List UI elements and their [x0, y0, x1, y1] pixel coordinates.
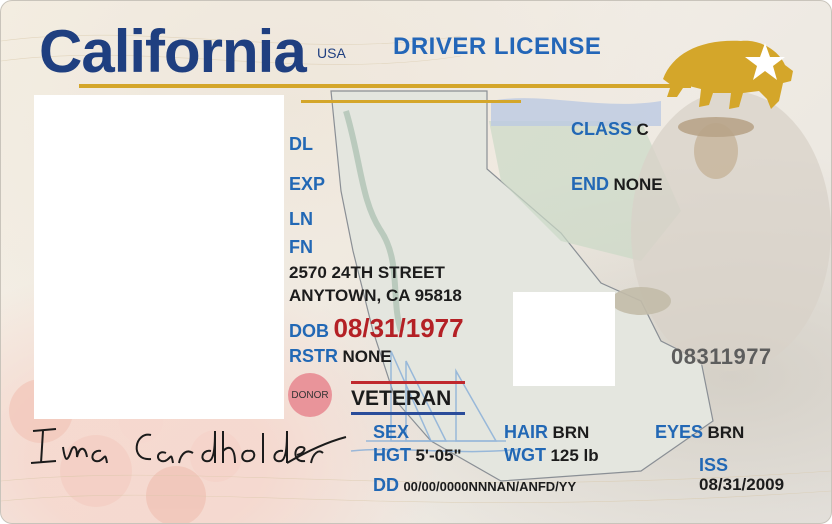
end-field: END NONE — [571, 174, 663, 195]
height-field: HGT 5'-05" — [373, 445, 462, 466]
ln-label: LN — [289, 209, 313, 229]
iss-value: 08/31/2009 — [699, 475, 785, 494]
fn-label: FN — [289, 237, 313, 257]
class-field: CLASS C — [571, 119, 649, 140]
dd-field: DD 00/00/0000NNNAN/ANFD/YY — [373, 475, 576, 496]
eyes-label: EYES — [655, 422, 704, 442]
veteran-label: VETERAN — [351, 387, 452, 410]
veteran-bar-red — [351, 381, 465, 384]
country-code: USA — [317, 45, 346, 61]
class-value: C — [636, 120, 649, 139]
sex-label: SEX — [373, 422, 410, 442]
weight-field: WGT 125 lb — [504, 445, 599, 466]
wgt-label: WGT — [504, 445, 546, 465]
hair-label: HAIR — [504, 422, 548, 442]
rstr-field: RSTR NONE — [289, 346, 392, 367]
eyes-value: BRN — [707, 423, 745, 442]
iss-label: ISS — [699, 455, 729, 475]
dd-label: DD — [373, 475, 399, 495]
hair-value: BRN — [552, 423, 590, 442]
document-title: DRIVER LICENSE — [393, 33, 602, 60]
photo-placeholder — [34, 95, 284, 419]
dl-label: DL — [289, 134, 313, 154]
dob-value: 08/31/1977 — [333, 313, 464, 343]
ghost-dob-number: 08311977 — [671, 344, 772, 369]
address-line-2: ANYTOWN, CA 95818 — [289, 286, 462, 305]
driver-license-card: California USA DRIVER LICENSE CLASS C EN… — [0, 0, 832, 524]
gold-divider-short — [301, 100, 521, 103]
wgt-value: 125 lb — [550, 446, 599, 465]
end-value: NONE — [613, 175, 663, 194]
address-line-1: 2570 24TH STREET — [289, 263, 445, 282]
dd-value: 00/00/0000NNNAN/ANFD/YY — [403, 479, 577, 494]
end-label: END — [571, 174, 610, 194]
hgt-label: HGT — [373, 445, 411, 465]
ghost-photo-placeholder — [513, 292, 615, 386]
veteran-bar-blue — [351, 412, 465, 415]
exp-label: EXP — [289, 174, 326, 194]
rstr-label: RSTR — [289, 346, 338, 366]
dob-field: DOB 08/31/1977 — [289, 313, 464, 344]
donor-badge: DONOR — [288, 373, 332, 417]
eyes-field: EYES BRN — [655, 422, 744, 443]
hgt-value: 5'-05" — [415, 446, 462, 465]
class-label: CLASS — [571, 119, 633, 139]
hair-field: HAIR BRN — [504, 422, 589, 443]
gold-divider — [79, 84, 691, 88]
rstr-value: NONE — [342, 347, 392, 366]
dob-label: DOB — [289, 321, 329, 341]
state-name: California — [39, 18, 307, 85]
